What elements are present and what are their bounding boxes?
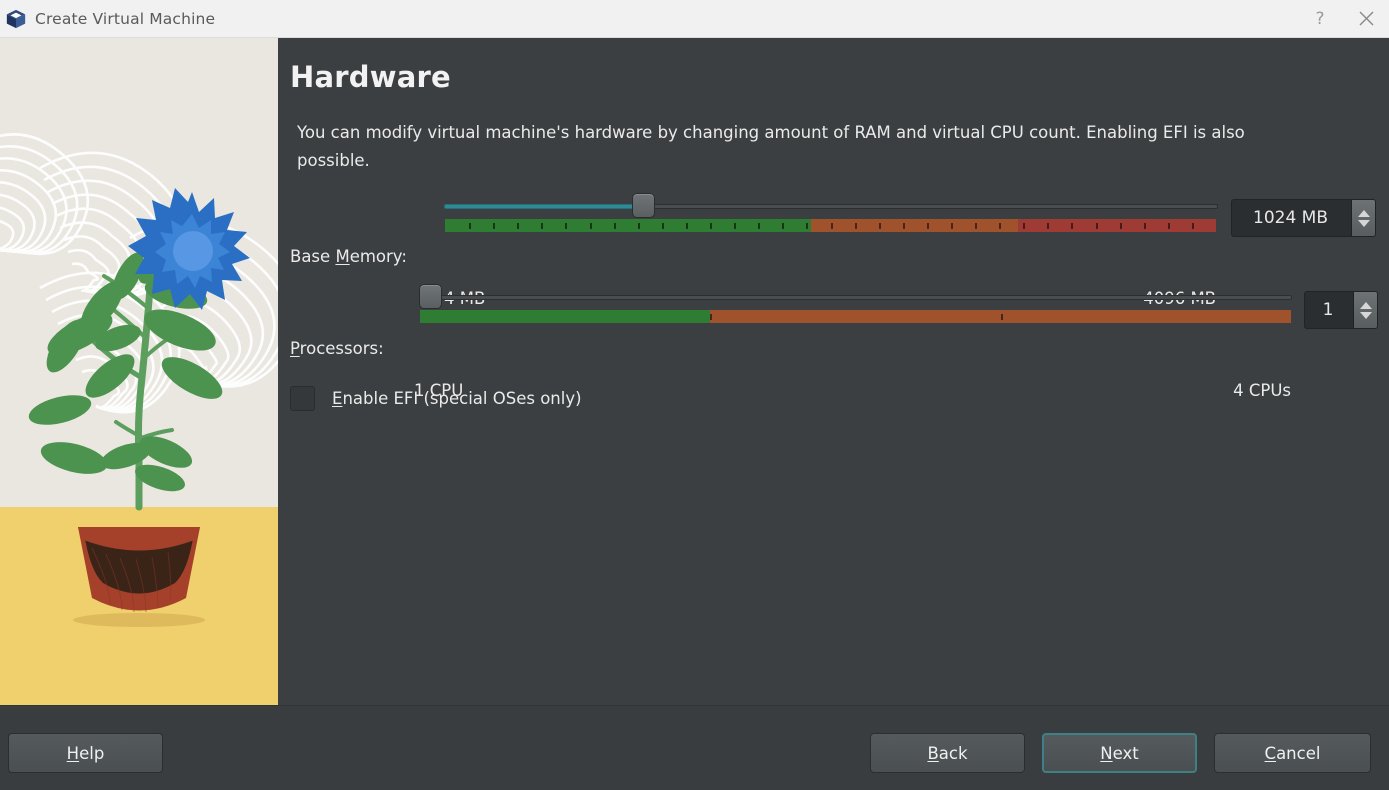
base-memory-label: Base Memory: [290, 247, 407, 266]
base-memory-label-mnemonic: M [335, 247, 350, 266]
scale-segment-orange [811, 219, 1018, 232]
back-button-mnemonic: B [927, 743, 939, 763]
help-button-mnemonic: H [66, 743, 80, 763]
processors-spinbox[interactable]: 1 [1304, 291, 1378, 329]
enable-efi-label[interactable]: Enable EFI (special OSes only) [332, 389, 582, 408]
enable-efi-checkbox-row[interactable]: Enable EFI (special OSes only) [290, 386, 582, 411]
virtualbox-cube-icon [6, 9, 26, 28]
processors-value[interactable]: 1 [1305, 292, 1353, 328]
enable-efi-label-text: nable EFI (special OSes only) [342, 389, 582, 408]
help-button-label: elp [79, 743, 105, 763]
next-button[interactable]: Next [1042, 733, 1197, 773]
spin-up-icon[interactable] [1357, 209, 1370, 217]
base-memory-spinbox[interactable]: 1024 MB [1231, 199, 1376, 237]
base-memory-label-prefix: Base [290, 247, 336, 266]
scale-segment-red [1017, 219, 1216, 232]
window-title: Create Virtual Machine [35, 9, 216, 28]
page-description: You can modify virtual machine's hardwar… [297, 123, 1245, 170]
base-memory-slider-handle[interactable] [631, 193, 655, 218]
help-button[interactable]: Help [8, 733, 163, 773]
base-memory-spin-buttons[interactable] [1351, 200, 1375, 236]
create-virtual-machine-dialog: Create Virtual Machine ? Hardware You ca… [0, 0, 1389, 790]
window-close-button[interactable] [1343, 0, 1389, 38]
processors-label: Processors: [290, 339, 384, 358]
processors-label-mnemonic: P [290, 339, 300, 358]
back-button-label: ack [938, 743, 968, 763]
titlebar-help-button[interactable]: ? [1297, 0, 1343, 38]
wizard-footer: Help Back Next Cancel [0, 705, 1389, 790]
potted-plant-illustration [0, 38, 278, 705]
back-button[interactable]: Back [870, 733, 1025, 773]
base-memory-label-suffix: emory: [349, 247, 407, 266]
cancel-button-mnemonic: C [1264, 743, 1277, 763]
base-memory-scale-bar [445, 219, 1216, 232]
spin-up-icon[interactable] [1359, 301, 1372, 309]
scale-segment-green [445, 219, 812, 232]
next-button-mnemonic: N [1100, 743, 1113, 763]
processors-label-suffix: rocessors: [299, 339, 384, 358]
processors-slider-groove[interactable] [419, 295, 1292, 300]
spin-down-icon[interactable] [1359, 311, 1372, 319]
processors-slider-handle[interactable] [419, 284, 442, 309]
base-memory-slider-fill [444, 204, 644, 209]
processors-scale-bar [420, 310, 1291, 323]
processors-spin-buttons[interactable] [1353, 292, 1377, 328]
enable-efi-checkbox[interactable] [290, 386, 315, 411]
base-memory-value[interactable]: 1024 MB [1232, 200, 1351, 236]
close-icon [1359, 11, 1373, 26]
window-titlebar: Create Virtual Machine ? [0, 0, 1389, 38]
scale-segment-green [420, 310, 711, 323]
enable-efi-label-mnemonic: E [332, 389, 343, 408]
cancel-button-label: ancel [1276, 743, 1321, 763]
wizard-illustration-panel [0, 38, 278, 705]
processors-max-label: 4 CPUs [1233, 381, 1291, 400]
cancel-button[interactable]: Cancel [1214, 733, 1371, 773]
spin-down-icon[interactable] [1357, 219, 1370, 227]
wizard-content-pane: Hardware You can modify virtual machine'… [278, 38, 1389, 705]
page-title: Hardware [290, 60, 451, 94]
scale-segment-orange [710, 310, 1291, 323]
next-button-label: ext [1112, 743, 1139, 763]
